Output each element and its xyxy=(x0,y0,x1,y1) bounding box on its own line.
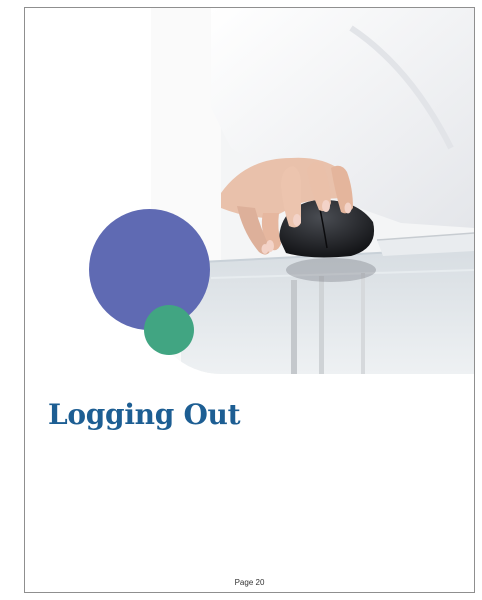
hand-on-mouse-photo xyxy=(151,8,474,374)
decorative-circle-small xyxy=(144,305,194,355)
decorative-circle-large xyxy=(89,209,210,330)
page-title: Logging Out xyxy=(48,398,241,431)
document-page: Logging Out Page 20 xyxy=(24,7,475,593)
page-number: Page 20 xyxy=(234,578,265,587)
